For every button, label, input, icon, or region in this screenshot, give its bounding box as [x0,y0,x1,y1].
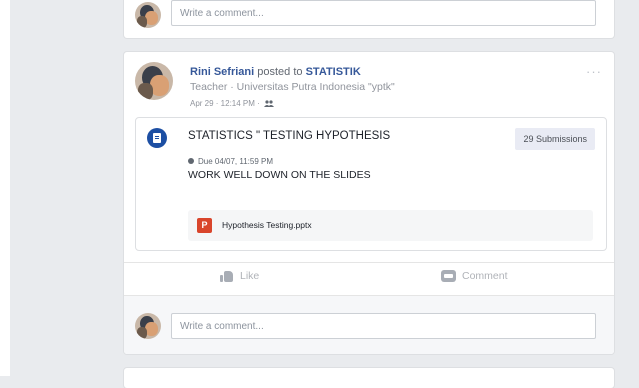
assignment-title[interactable]: STATISTICS " TESTING HYPOTHESIS [188,130,390,142]
previous-comment-input[interactable] [171,0,596,26]
group-icon [264,100,275,107]
post-menu-icon[interactable]: ··· [586,64,602,79]
next-post-card [124,368,614,388]
assignment-instructions: WORK WELL DOWN ON THE SLIDES [188,169,371,181]
assignment-icon [147,128,167,148]
author-role: Teacher · Universitas Putra Indonesia "y… [190,81,395,93]
powerpoint-icon: P [197,218,212,233]
comment-label: Comment [462,270,508,283]
left-panel-edge [0,0,10,376]
commenter-avatar [135,2,161,28]
due-date-text: Due 04/07, 11:59 PM [198,157,274,166]
author-name[interactable]: Rini Sefriani [190,66,254,78]
commenter-avatar [135,313,161,339]
attachment-file[interactable]: P Hypothesis Testing.pptx [188,210,593,241]
author-avatar[interactable] [135,62,173,100]
previous-post-card [124,0,614,38]
comment-input[interactable] [171,313,596,339]
like-label: Like [240,270,260,283]
thumbs-up-icon [220,270,234,283]
post-timestamp: Apr 29 · 12:14 PM · [190,99,275,108]
group-name[interactable]: STATISTIK [306,66,361,78]
due-date: Due 04/07, 11:59 PM [188,157,273,166]
attachment-file-name[interactable]: Hypothesis Testing.pptx [222,220,312,230]
post-card: Rini Sefriani posted to STATISTIK Teache… [124,52,614,354]
comment-bubble-icon [441,270,456,283]
divider [124,262,614,263]
comment-button[interactable]: Comment [441,270,508,287]
assignment-card[interactable]: STATISTICS " TESTING HYPOTHESIS 29 Submi… [135,117,607,251]
clock-icon [188,158,194,164]
comment-area [124,295,614,354]
timestamp-text[interactable]: Apr 29 · 12:14 PM · [190,99,260,108]
post-header: Rini Sefriani posted to STATISTIK [190,66,361,78]
submissions-button[interactable]: 29 Submissions [515,128,595,150]
like-button[interactable]: Like [220,270,259,287]
posted-to-text: posted to [257,66,303,78]
divider [124,295,614,296]
